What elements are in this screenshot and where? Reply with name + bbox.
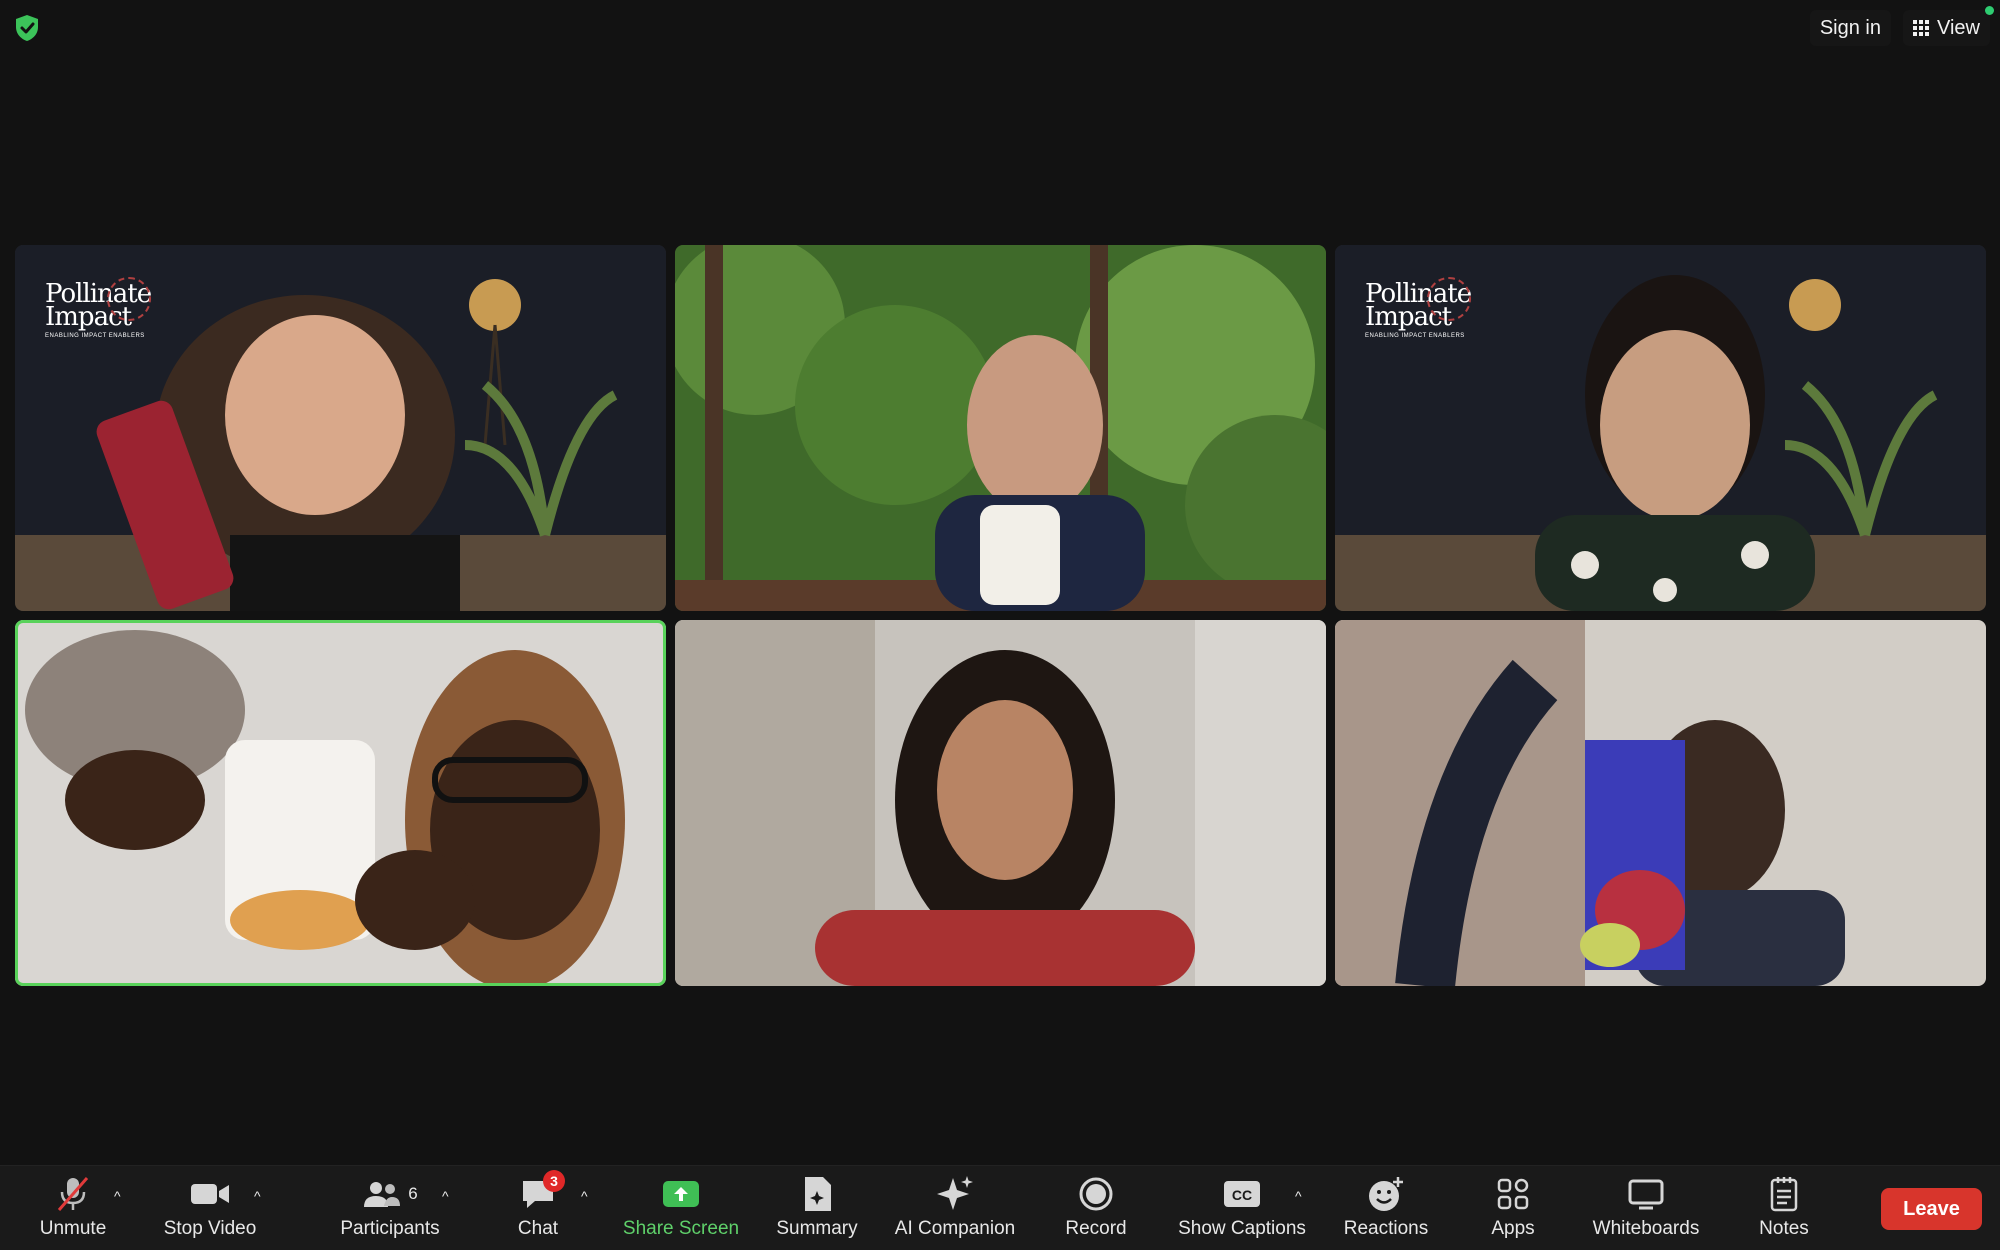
closed-captions-icon: CC (1222, 1172, 1262, 1216)
record-icon (1078, 1172, 1114, 1216)
chat-label: Chat (517, 1218, 559, 1239)
participant-video-feed (15, 620, 666, 986)
summary-button[interactable]: Summary (771, 1172, 863, 1248)
reactions-button[interactable]: Reactions (1340, 1172, 1432, 1248)
participant-video-feed (1335, 620, 1986, 986)
whiteboard-icon (1627, 1172, 1665, 1216)
notes-icon (1768, 1172, 1800, 1216)
chat-unread-badge: 3 (543, 1170, 565, 1192)
notes-label: Notes (1759, 1218, 1809, 1239)
participants-label: Participants (340, 1218, 440, 1239)
share-screen-button[interactable]: Share Screen (616, 1172, 746, 1248)
zoom-meeting-window: Sign in View Pollinate Impact ENABLING I… (0, 0, 2000, 1250)
video-tile-participant-1[interactable]: Pollinate Impact ENABLING IMPACT ENABLER… (15, 245, 666, 611)
participant-video-feed (675, 620, 1326, 986)
participants-button[interactable]: 6 Participants (330, 1172, 450, 1248)
stop-video-button[interactable]: Stop Video (155, 1172, 265, 1248)
apps-button[interactable]: Apps (1480, 1172, 1546, 1248)
record-label: Record (1065, 1218, 1127, 1239)
reactions-label: Reactions (1343, 1218, 1429, 1239)
apps-icon (1495, 1172, 1531, 1216)
chat-button[interactable]: 3 Chat (500, 1170, 576, 1248)
shield-check-icon[interactable] (14, 14, 40, 42)
video-tile-participant-4-active-speaker[interactable] (15, 620, 666, 986)
sign-in-label: Sign in (1819, 16, 1881, 39)
leave-meeting-button[interactable]: Leave (1881, 1188, 1982, 1230)
notes-button[interactable]: Notes (1750, 1172, 1818, 1248)
participants-count: 6 (408, 1184, 418, 1203)
audio-options-chevron-up-icon[interactable]: ^ (114, 1188, 130, 1204)
participants-icon: 6 (362, 1172, 418, 1216)
whiteboards-label: Whiteboards (1592, 1218, 1700, 1239)
apps-label: Apps (1491, 1218, 1535, 1239)
view-button[interactable]: View (1903, 10, 1990, 46)
video-gallery: Pollinate Impact ENABLING IMPACT ENABLER… (15, 245, 1986, 986)
show-captions-button[interactable]: CC Show Captions (1172, 1172, 1312, 1248)
video-tile-participant-3[interactable]: Pollinate Impact ENABLING IMPACT ENABLER… (1335, 245, 1986, 611)
share-screen-label: Share Screen (622, 1218, 740, 1239)
meeting-toolbar: Unmute ^ Stop Video ^ 6 Participants ^ 3… (0, 1165, 2000, 1250)
unmute-button[interactable]: Unmute (28, 1172, 118, 1248)
chat-bubble-icon: 3 (519, 1170, 565, 1216)
microphone-muted-icon (53, 1172, 93, 1216)
ai-companion-button[interactable]: AI Companion (890, 1172, 1020, 1248)
pollinate-impact-logo: Pollinate Impact ENABLING IMPACT ENABLER… (1365, 277, 1472, 339)
status-dot (1985, 6, 1994, 15)
show-captions-label: Show Captions (1178, 1218, 1306, 1239)
stop-video-label: Stop Video (163, 1218, 257, 1239)
whiteboards-button[interactable]: Whiteboards (1584, 1172, 1708, 1248)
leave-label: Leave (1903, 1197, 1960, 1220)
video-tile-participant-6[interactable] (1335, 620, 1986, 986)
video-camera-icon (189, 1172, 231, 1216)
view-label: View (1937, 16, 1980, 39)
participant-video-feed (675, 245, 1326, 611)
video-tile-participant-5[interactable] (675, 620, 1326, 986)
sign-in-button[interactable]: Sign in (1809, 10, 1891, 46)
pollinate-impact-logo: Pollinate Impact ENABLING IMPACT ENABLER… (45, 277, 152, 339)
share-screen-icon (661, 1172, 701, 1216)
chat-options-chevron-up-icon[interactable]: ^ (581, 1188, 597, 1204)
smiley-add-icon (1366, 1172, 1406, 1216)
grid-view-icon (1913, 20, 1929, 36)
top-right-controls: Sign in View (1809, 10, 1990, 46)
sparkle-icon (935, 1172, 975, 1216)
video-tile-participant-2[interactable] (675, 245, 1326, 611)
summary-label: Summary (776, 1218, 858, 1239)
video-options-chevron-up-icon[interactable]: ^ (254, 1188, 270, 1204)
ai-companion-label: AI Companion (894, 1218, 1016, 1239)
captions-options-chevron-up-icon[interactable]: ^ (1295, 1188, 1311, 1204)
unmute-label: Unmute (39, 1218, 107, 1239)
summary-document-icon (799, 1172, 835, 1216)
record-button[interactable]: Record (1056, 1172, 1136, 1248)
svg-text:CC: CC (1232, 1187, 1252, 1203)
participants-options-chevron-up-icon[interactable]: ^ (442, 1188, 458, 1204)
